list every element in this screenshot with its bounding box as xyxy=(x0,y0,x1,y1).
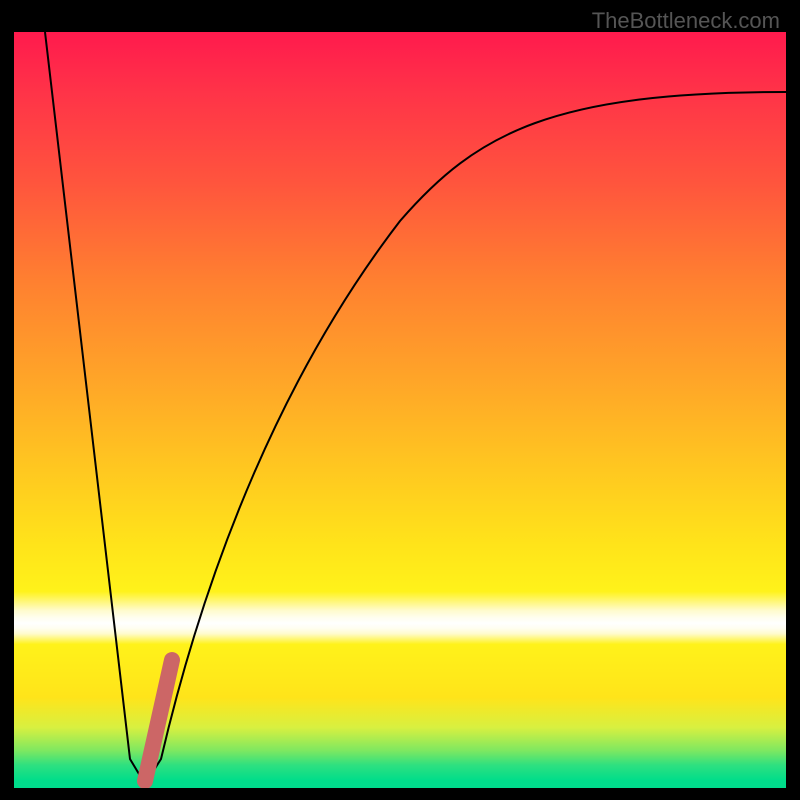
bottleneck-curve xyxy=(45,32,786,784)
plot-area xyxy=(14,32,786,788)
curve-overlay xyxy=(14,32,786,788)
watermark-text: TheBottleneck.com xyxy=(592,8,780,34)
